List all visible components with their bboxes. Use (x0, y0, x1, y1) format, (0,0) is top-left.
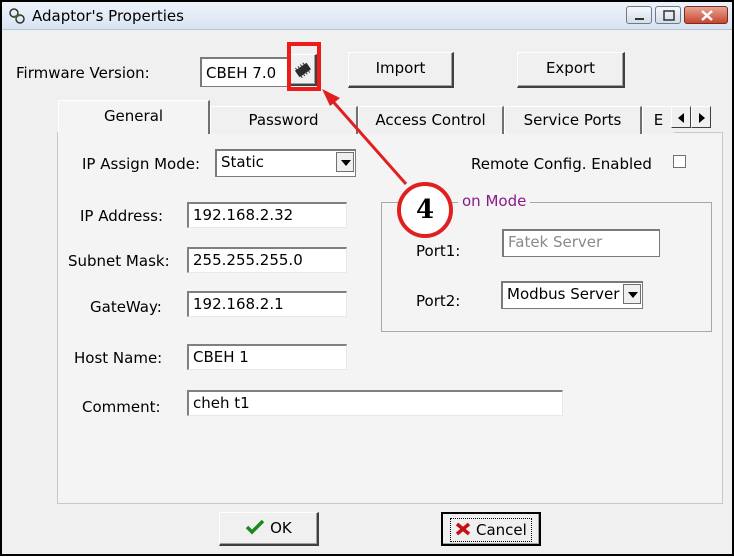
annotation-arrow (322, 89, 408, 185)
adaptor-properties-window: Adaptor's Properties Firmware Version: C… (0, 0, 734, 556)
annotation-callout-number: 4 (397, 182, 453, 238)
